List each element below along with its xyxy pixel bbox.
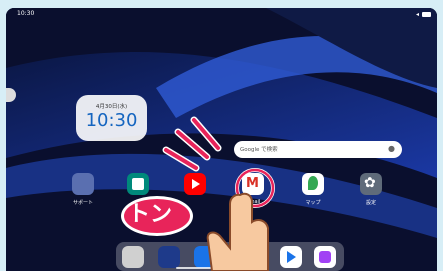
tap-emphasis-lines [162, 116, 275, 271]
tap-label-text: トン [128, 202, 173, 227]
tutorial-frame: 10:30 ◂ 4月30日(水) 10:30 Google で検索 ● サポート… [0, 0, 443, 271]
